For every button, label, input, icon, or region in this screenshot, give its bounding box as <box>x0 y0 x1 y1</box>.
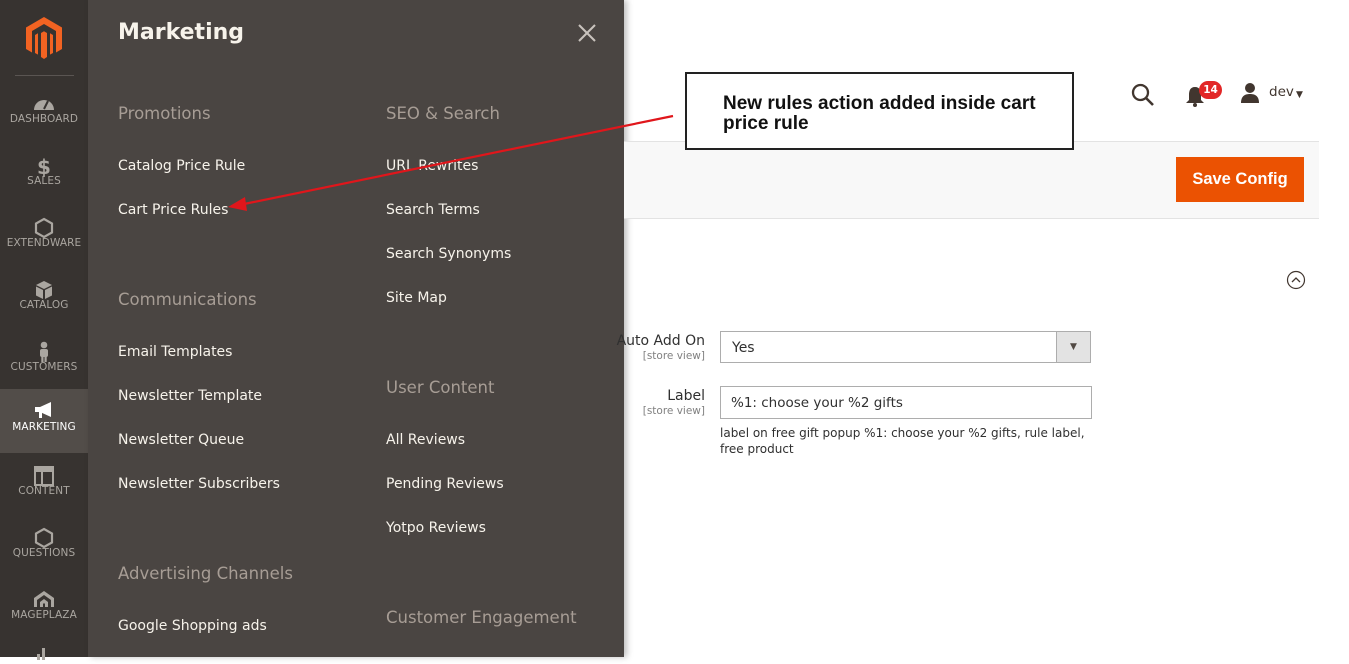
svg-text:$: $ <box>37 155 51 177</box>
menu-link-catalog-price-rule[interactable]: Catalog Price Rule <box>118 158 245 174</box>
logo-divider <box>15 75 74 76</box>
close-icon[interactable] <box>576 22 598 44</box>
section-title-seo-search: SEO & Search <box>386 104 500 123</box>
nav-label: DASHBOARD <box>9 113 79 125</box>
section-title-customer-engagement: Customer Engagement <box>386 608 577 627</box>
box-icon <box>36 281 52 299</box>
search-icon[interactable] <box>1131 83 1155 107</box>
nav-label: CONTENT <box>18 485 70 497</box>
menu-link-pending-reviews[interactable]: Pending Reviews <box>386 476 504 492</box>
auto-add-on-value: Yes <box>732 340 755 356</box>
collapse-section-icon[interactable] <box>1286 270 1306 290</box>
store-view-scope-label: [store view] <box>642 350 705 362</box>
nav-item-questions[interactable]: QUESTIONS <box>0 523 88 585</box>
menu-link-search-synonyms[interactable]: Search Synonyms <box>386 246 511 262</box>
user-icon[interactable] <box>1240 82 1260 104</box>
annotation-text: New rules action added inside cart price… <box>723 93 1036 134</box>
nav-label: MAGEPLAZA <box>11 609 77 621</box>
auto-add-on-label: Auto Add On <box>616 333 705 349</box>
section-title-promotions: Promotions <box>118 104 211 123</box>
marketing-menu-flyout: Marketing Promotions Catalog Price Rule … <box>88 0 624 657</box>
chevron-down-icon[interactable]: ▼ <box>1296 90 1303 100</box>
dollar-icon: $ <box>37 155 51 177</box>
menu-link-search-terms[interactable]: Search Terms <box>386 202 480 218</box>
section-title-user-content: User Content <box>386 378 495 397</box>
layout-icon <box>34 466 54 486</box>
nav-label: EXTENDWARE <box>6 237 82 249</box>
auto-add-on-select[interactable]: Yes ▼ <box>720 331 1091 363</box>
menu-link-site-map[interactable]: Site Map <box>386 290 447 306</box>
store-view-scope-label: [store view] <box>642 405 705 417</box>
menu-link-newsletter-subscribers[interactable]: Newsletter Subscribers <box>118 476 280 492</box>
admin-sidebar: DASHBOARD $ SALES EXTENDWARE CATALOG CUS… <box>0 0 88 660</box>
menu-link-yotpo-reviews[interactable]: Yotpo Reviews <box>386 520 486 536</box>
nav-item-mageplaza[interactable]: MAGEPLAZA <box>0 585 88 647</box>
nav-item-content[interactable]: CONTENT <box>0 461 88 523</box>
notification-count-badge[interactable]: 14 <box>1199 81 1222 99</box>
nav-label: SALES <box>27 175 61 187</box>
dashboard-gauge-icon <box>34 100 54 110</box>
section-title-advertising-channels: Advertising Channels <box>118 564 293 583</box>
label-field-label: Label <box>667 388 705 404</box>
reports-icon[interactable] <box>33 645 55 660</box>
nav-item-extendware[interactable]: EXTENDWARE <box>0 213 88 275</box>
nav-item-sales[interactable]: $ SALES <box>0 151 88 213</box>
nav-item-catalog[interactable]: CATALOG <box>0 275 88 337</box>
nav-item-dashboard[interactable]: DASHBOARD <box>0 89 88 151</box>
magento-logo-icon[interactable] <box>24 16 64 60</box>
menu-link-url-rewrites[interactable]: URL Rewrites <box>386 158 478 174</box>
menu-link-all-reviews[interactable]: All Reviews <box>386 432 465 448</box>
menu-link-newsletter-template[interactable]: Newsletter Template <box>118 388 262 404</box>
menu-link-google-shopping-ads[interactable]: Google Shopping ads <box>118 618 267 634</box>
nav-label: CUSTOMERS <box>10 361 78 373</box>
menu-link-email-templates[interactable]: Email Templates <box>118 344 232 360</box>
hexagon-icon <box>34 527 54 549</box>
menu-link-newsletter-queue[interactable]: Newsletter Queue <box>118 432 244 448</box>
nav-item-marketing[interactable]: MARKETING <box>0 389 88 453</box>
menu-link-cart-price-rules[interactable]: Cart Price Rules <box>118 202 228 218</box>
section-title-communications: Communications <box>118 290 257 309</box>
dropdown-arrow-icon[interactable]: ▼ <box>1056 332 1090 362</box>
nav-label: CATALOG <box>19 299 69 311</box>
nav-label: MARKETING <box>12 421 76 433</box>
annotation-callout: New rules action added inside cart price… <box>685 72 1074 150</box>
nav-label: QUESTIONS <box>12 547 76 559</box>
mageplaza-logo-icon <box>34 591 54 607</box>
megaphone-icon <box>35 402 51 418</box>
user-account-menu[interactable]: dev <box>1269 84 1294 100</box>
hexagon-icon <box>34 217 54 239</box>
save-config-button[interactable]: Save Config <box>1176 157 1304 202</box>
flyout-title: Marketing <box>118 20 245 45</box>
label-field-note: label on free gift popup %1: choose your… <box>720 426 1085 456</box>
label-input[interactable] <box>720 386 1092 419</box>
person-icon <box>40 341 48 362</box>
